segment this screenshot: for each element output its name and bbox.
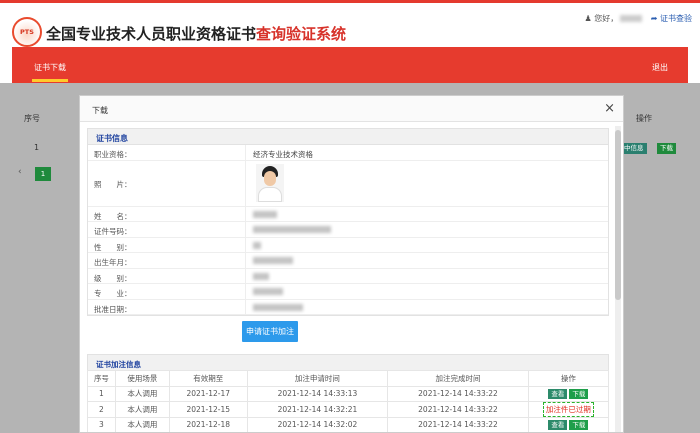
row-actions: 查看 下载: [527, 416, 610, 432]
prev-page-icon[interactable]: ‹: [18, 167, 22, 177]
view-button[interactable]: 查看: [548, 388, 568, 399]
download-button[interactable]: 下载: [569, 388, 589, 399]
download-modal: 下载 × 证书信息 职业资格： 经济专业技术资格 照 片： 姓 名： 证件号码： …: [79, 95, 624, 433]
cert-info-title: 证书信息: [88, 129, 608, 145]
download-button[interactable]: 下载: [569, 419, 589, 430]
info-row-major: 专 业：: [88, 284, 608, 300]
user-icon: ♟: [584, 14, 592, 23]
annotation-table: 证书加注信息 序号 使用场景 有效期至 加注申请时间 加注完成时间 操作 1 本…: [87, 354, 610, 432]
info-row-birth: 出生年月：: [88, 253, 608, 269]
expired-status: 加注件已过期: [542, 401, 594, 417]
site-header: PTS 全国专业技术人员职业资格证书查询验证系统 ♟ 您好， ➦ 证书查验: [0, 3, 700, 47]
info-row-date: 批准日期：: [88, 299, 608, 315]
verify-link[interactable]: ➦ 证书查验: [651, 14, 692, 23]
bg-col-no: 序号: [24, 114, 40, 123]
row-actions: 加注件已过期: [527, 401, 610, 418]
row-actions: 查看 下载: [527, 385, 610, 402]
modal-header: 下载 ×: [80, 96, 623, 122]
cert-info-panel: 证书信息 职业资格： 经济专业技术资格 照 片： 姓 名： 证件号码： 性 别： …: [87, 128, 609, 316]
bg-view-button[interactable]: 中信息: [621, 143, 647, 154]
close-icon[interactable]: ×: [604, 101, 615, 116]
info-row-level: 级 别：: [88, 268, 608, 284]
modal-title: 下载: [92, 106, 108, 115]
info-row-qualification: 职业资格： 经济专业技术资格: [88, 145, 608, 161]
info-row-gender: 性 别：: [88, 237, 608, 253]
nav-tab-download[interactable]: 证书下载: [32, 62, 68, 82]
scrollbar-thumb[interactable]: [615, 130, 621, 300]
info-row-id: 证件号码：: [88, 222, 608, 238]
table-row: 3 本人调用 2021-12-18 2021-12-14 14:32:02 20…: [87, 416, 610, 432]
main-navbar: 证书下载 退出: [12, 47, 688, 83]
view-button[interactable]: 查看: [548, 419, 568, 430]
table-row: 1 本人调用 2021-12-17 2021-12-14 14:33:13 20…: [87, 385, 610, 402]
bg-col-op: 操作: [636, 114, 652, 123]
apply-annotation-button[interactable]: 申请证书加注: [242, 321, 298, 342]
username-blurred: [620, 15, 643, 22]
id-photo: [256, 163, 284, 202]
info-row-name: 姓 名：: [88, 206, 608, 222]
modal-scrollbar[interactable]: [615, 126, 621, 432]
table-header-row: 序号 使用场景 有效期至 加注申请时间 加注完成时间 操作: [87, 370, 610, 387]
bg-row-no: 1: [34, 143, 40, 152]
annotation-title: 证书加注信息: [87, 354, 609, 370]
pts-logo: PTS: [12, 17, 42, 47]
site-title: 全国专业技术人员职业资格证书查询验证系统: [46, 25, 347, 43]
info-row-photo: 照 片：: [88, 160, 608, 207]
user-area: ♟ 您好， ➦ 证书查验: [584, 13, 692, 24]
table-row: 2 本人调用 2021-12-15 2021-12-14 14:32:21 20…: [87, 401, 610, 418]
exit-link[interactable]: 退出: [652, 62, 668, 73]
greeting-text: 您好，: [594, 14, 619, 23]
bg-download-button[interactable]: 下载: [657, 143, 676, 154]
page-button[interactable]: 1: [35, 167, 51, 181]
